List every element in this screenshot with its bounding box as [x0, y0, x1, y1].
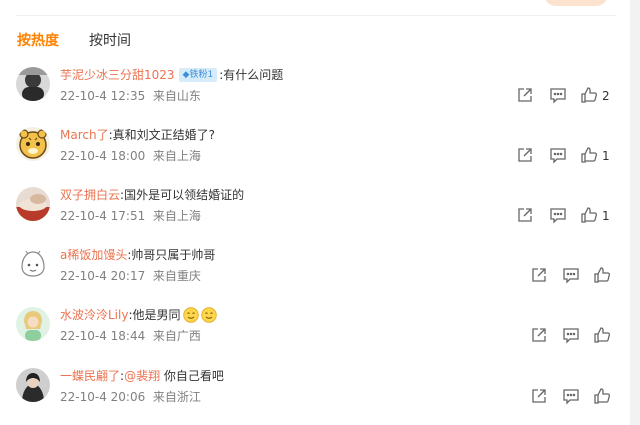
like-button[interactable] [592, 265, 612, 285]
comment-text: 帅哥只属于帅哥 [131, 248, 216, 262]
like-button[interactable] [579, 85, 599, 105]
comment-meta: 22-10-4 20:17 来自重庆 [60, 267, 201, 285]
comment-item: 一蝶民翩了 : @裴翔 你自己看吧 22-10-4 20:06 来自浙江 [0, 364, 630, 424]
comment-time: 22-10-4 17:51 [60, 209, 146, 223]
comment-text: 真和刘文正结婚了? [112, 128, 216, 142]
comment-username[interactable]: March了 [60, 126, 109, 144]
mention-link[interactable]: @裴翔 [124, 367, 160, 385]
like-count: 1 [602, 149, 610, 163]
thumbs-up-icon [594, 267, 610, 283]
share-icon [532, 328, 546, 342]
diamond-icon: ◆ [182, 70, 190, 80]
comment-location: 来自上海 [152, 209, 201, 223]
top-action-button[interactable] [544, 0, 608, 6]
reply-button[interactable] [548, 205, 568, 225]
thumbs-up-icon [581, 207, 597, 223]
comment-item: March了 : 真和刘文正结婚了? 22-10-4 18:00 来自上海 1 [0, 123, 630, 183]
smile-emoji-icon [200, 307, 217, 323]
comment-location: 来自上海 [152, 149, 201, 163]
comment-text: 他是男同 [132, 308, 181, 322]
divider [16, 15, 616, 16]
smile-emoji-icon [182, 307, 199, 323]
reply-button[interactable] [561, 325, 581, 345]
avatar[interactable] [16, 307, 50, 341]
comment-icon [550, 88, 566, 104]
avatar[interactable] [16, 368, 50, 402]
share-icon [532, 268, 546, 282]
like-count: 1 [602, 209, 610, 223]
comment-text: 你自己看吧 [160, 369, 224, 383]
comment-meta: 22-10-4 18:44 来自广西 [60, 327, 201, 345]
comment-item: 芋泥少冰三分甜1023 ◆ 铁粉1 : 有什么问题 22-10-4 12:35 来… [0, 63, 630, 123]
avatar[interactable] [16, 187, 50, 221]
reply-button[interactable] [561, 386, 581, 406]
comment-icon [563, 328, 579, 344]
avatar[interactable] [16, 247, 50, 281]
comment-location: 来自广西 [152, 329, 201, 343]
comment-text: 有什么问题 [223, 68, 284, 82]
comment-icon [563, 389, 579, 405]
comment-username[interactable]: 水波泠泠Lily [60, 306, 128, 324]
comment-location: 来自重庆 [152, 269, 201, 283]
comment-location: 来自浙江 [152, 390, 201, 404]
comment-meta: 22-10-4 20:06 来自浙江 [60, 388, 201, 406]
comment-username[interactable]: a稀饭加馒头 [60, 246, 127, 264]
reply-button[interactable] [548, 85, 568, 105]
tab-time[interactable]: 按时间 [89, 30, 131, 52]
like-count: 2 [602, 89, 610, 103]
comment-time: 22-10-4 18:00 [60, 149, 146, 163]
comment-item: a稀饭加馒头 : 帅哥只属于帅哥 22-10-4 20:17 来自重庆 [0, 243, 630, 303]
comment-meta: 22-10-4 18:00 来自上海 [60, 147, 201, 165]
share-icon [518, 88, 532, 102]
share-icon [532, 389, 546, 403]
comment-item: 水波泠泠Lily : 他是男同 22-10-4 18:44 来自广西 [0, 303, 630, 363]
like-button[interactable] [579, 205, 599, 225]
comment-item: 双子拥白云 : 国外是可以领结婚证的 22-10-4 17:51 来自上海 1 [0, 183, 630, 243]
thumbs-up-icon [581, 87, 597, 103]
share-button[interactable] [515, 145, 535, 165]
share-button[interactable] [529, 386, 549, 406]
fan-badge: ◆ 铁粉1 [178, 68, 218, 82]
comment-meta: 22-10-4 12:35 来自山东 [60, 87, 201, 105]
share-button[interactable] [515, 85, 535, 105]
thumbs-up-icon [581, 147, 597, 163]
comment-time: 22-10-4 20:06 [60, 390, 146, 404]
like-button[interactable] [592, 325, 612, 345]
sort-tabs: 按热度 按时间 [17, 30, 131, 52]
comment-meta: 22-10-4 17:51 来自上海 [60, 207, 201, 225]
avatar[interactable] [16, 67, 50, 101]
share-button[interactable] [529, 325, 549, 345]
comment-text: 国外是可以领结婚证的 [124, 188, 245, 202]
page-scroll-edge [630, 0, 640, 425]
comment-username[interactable]: 芋泥少冰三分甜1023 [60, 66, 175, 84]
thumbs-up-icon [594, 327, 610, 343]
share-icon [518, 208, 532, 222]
comment-location: 来自山东 [152, 89, 201, 103]
like-button[interactable] [592, 386, 612, 406]
comment-icon [550, 148, 566, 164]
comment-username[interactable]: 一蝶民翩了 [60, 367, 120, 385]
comment-icon [563, 268, 579, 284]
tab-hot[interactable]: 按热度 [17, 30, 59, 52]
share-button[interactable] [515, 205, 535, 225]
like-button[interactable] [579, 145, 599, 165]
comment-username[interactable]: 双子拥白云 [60, 186, 120, 204]
thumbs-up-icon [594, 388, 610, 404]
reply-button[interactable] [548, 145, 568, 165]
avatar[interactable] [16, 127, 50, 161]
share-icon [518, 148, 532, 162]
share-button[interactable] [529, 265, 549, 285]
comment-time: 22-10-4 18:44 [60, 329, 146, 343]
reply-button[interactable] [561, 265, 581, 285]
comment-time: 22-10-4 20:17 [60, 269, 146, 283]
comment-icon [550, 208, 566, 224]
fan-badge-label: 铁粉1 [189, 70, 214, 80]
comment-time: 22-10-4 12:35 [60, 89, 146, 103]
